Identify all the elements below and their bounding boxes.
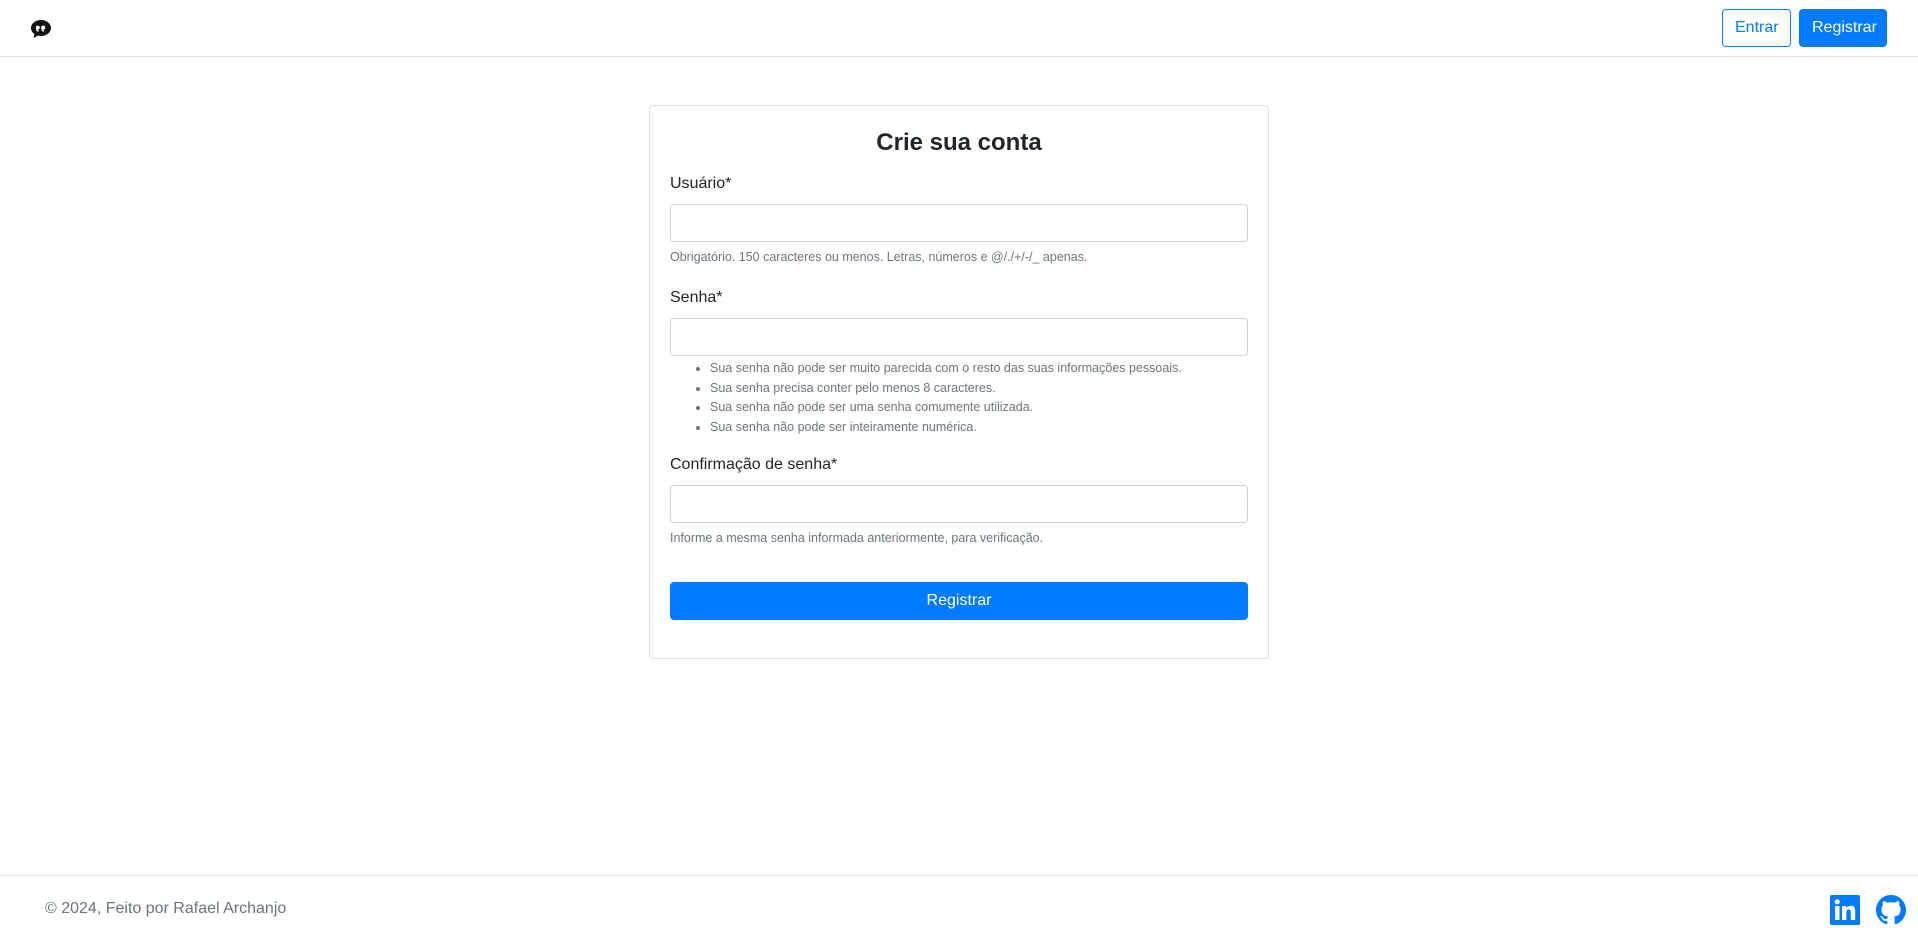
password-input[interactable] [670,318,1248,356]
social-links [1830,895,1906,925]
password-rule: Sua senha precisa conter pelo menos 8 ca… [710,379,1248,399]
password-label: Senha* [670,289,723,306]
login-button[interactable]: Entrar [1722,9,1791,47]
top-navbar: Entrar Registrar [0,0,1918,57]
username-help: Obrigatório. 150 caracteres ou menos. Le… [670,250,1088,264]
username-input[interactable] [670,204,1248,242]
password-rule: Sua senha não pode ser muito parecida co… [710,359,1248,379]
footer: © 2024, Feito por Rafael Archanjo [0,875,1918,946]
password-confirm-input[interactable] [670,485,1248,523]
signup-card: Crie sua conta Usuário* Obrigatório. 150… [649,105,1269,659]
register-submit-button[interactable]: Registrar [670,582,1248,620]
password-rules-list: Sua senha não pode ser muito parecida co… [670,359,1248,437]
register-nav-button[interactable]: Registrar [1799,9,1887,47]
linkedin-icon[interactable] [1830,895,1860,925]
chat-quote-icon[interactable] [30,19,52,39]
github-icon[interactable] [1876,895,1906,925]
nav-actions: Entrar Registrar [1722,9,1887,47]
password-rule: Sua senha não pode ser inteiramente numé… [710,418,1248,438]
password-confirm-label: Confirmação de senha* [670,456,838,473]
password-confirm-help: Informe a mesma senha informada anterior… [670,531,1044,545]
username-label: Usuário* [670,175,732,192]
password-rule: Sua senha não pode ser uma senha comumen… [710,398,1248,418]
copyright-text: © 2024, Feito por Rafael Archanjo [45,900,287,917]
page-title: Crie sua conta [876,129,1042,156]
